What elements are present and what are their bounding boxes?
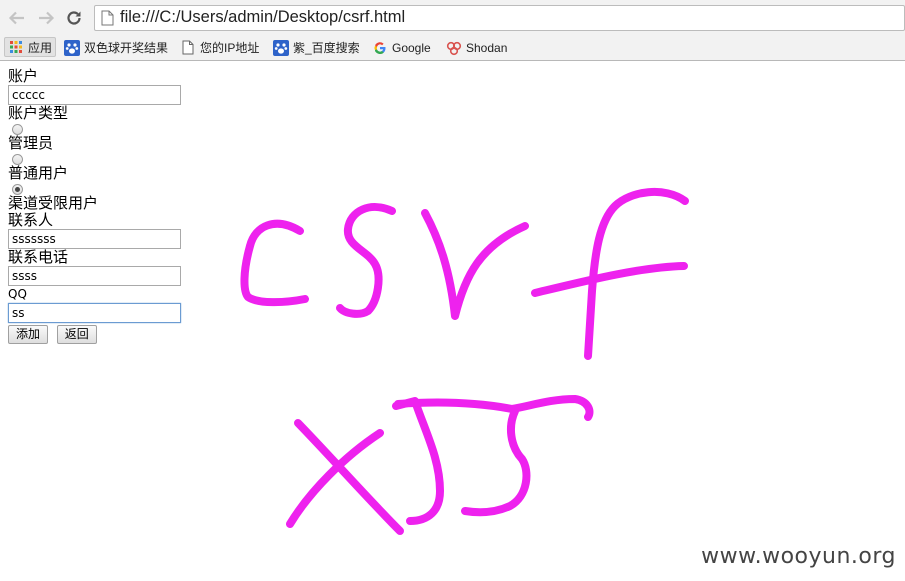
reload-icon[interactable] <box>63 7 85 29</box>
handwritten-f <box>531 187 689 360</box>
bookmark-google[interactable]: Google <box>372 38 431 57</box>
browser-toolbar: file:///C:/Users/admin/Desktop/csrf.html <box>0 0 905 35</box>
bookmark-shodan[interactable]: Shodan <box>446 38 507 57</box>
bookmark-ip[interactable]: 您的IP地址 <box>180 38 259 57</box>
handwritten-s <box>394 395 594 517</box>
handwritten-s <box>336 203 396 318</box>
handwritten-x <box>286 419 404 535</box>
bookmark-baidu-search[interactable]: 紫_百度搜索 <box>273 38 360 57</box>
handwritten-r <box>421 209 529 320</box>
page-icon <box>101 10 114 30</box>
baidu-paw-icon <box>273 39 289 56</box>
bookmark-label: 双色球开奖结果 <box>84 41 169 55</box>
handwritten-s <box>392 397 444 525</box>
handwritten-annotation <box>240 187 689 535</box>
bookmark-lottery[interactable]: 双色球开奖结果 <box>64 38 168 57</box>
bookmark-label: Google <box>392 40 431 55</box>
bookmark-label: Shodan <box>466 40 508 55</box>
bookmarks-bar: 应用 双色球开奖结果 您的IP地址 紫_百度搜索 Google Shodan <box>0 35 905 61</box>
handwritten-c <box>240 219 309 307</box>
shodan-icon <box>446 40 462 56</box>
bookmark-label: 应用 <box>28 40 53 55</box>
bookmark-label: 紫_百度搜索 <box>293 41 360 55</box>
apps-grid-icon <box>8 39 24 55</box>
address-bar[interactable]: file:///C:/Users/admin/Desktop/csrf.html <box>94 5 905 31</box>
forward-arrow-icon[interactable] <box>35 7 57 29</box>
back-arrow-icon[interactable] <box>6 7 28 29</box>
page-icon <box>180 40 196 56</box>
page-content: 账户 账户类型 管理员 普通用户 渠道受限用户 联系人 联系电话 QQ 添加 返… <box>0 61 905 581</box>
baidu-paw-icon <box>64 39 80 56</box>
url-text: file:///C:/Users/admin/Desktop/csrf.html <box>120 8 406 26</box>
bookmark-label: 您的IP地址 <box>200 41 260 55</box>
bookmark-apps[interactable]: 应用 <box>4 37 57 57</box>
watermark: www.wooyun.org <box>701 544 896 569</box>
google-icon <box>372 40 388 56</box>
